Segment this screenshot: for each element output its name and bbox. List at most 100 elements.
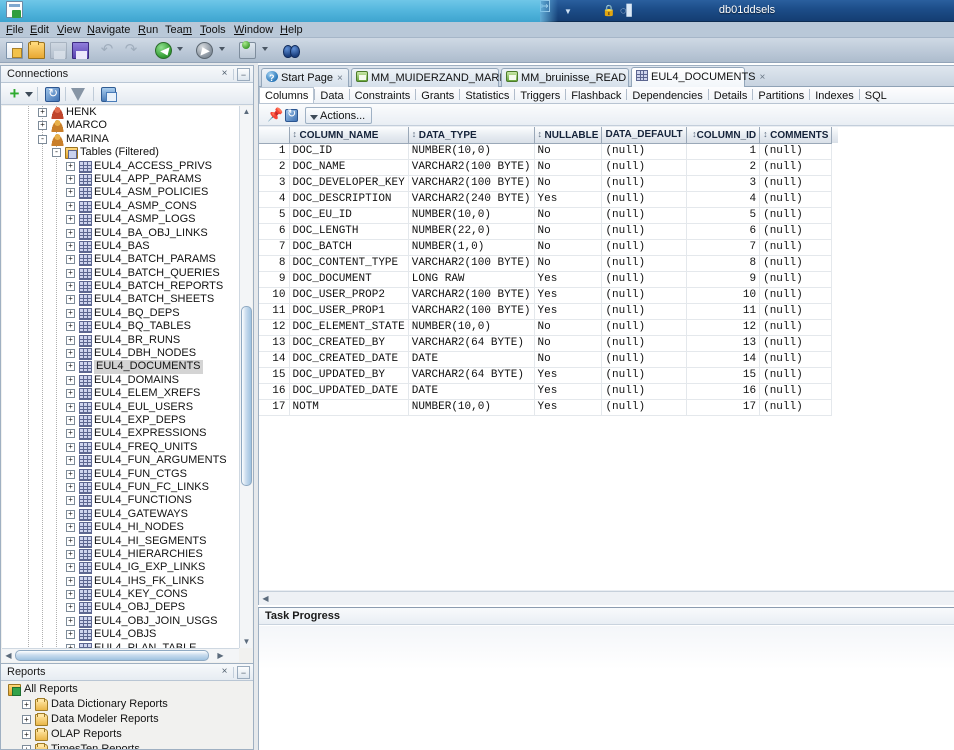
grid-row[interactable]: 4 DOC_DESCRIPTION VARCHAR2(240 BYTE) Yes (nu…: [259, 191, 838, 208]
scroll-left-arrow[interactable]: ◀: [261, 594, 270, 604]
grid-column-header-nullable[interactable]: ↕ NULLABLE: [534, 127, 603, 144]
grid-cell[interactable]: VARCHAR2(100 BYTE): [408, 159, 535, 176]
grid-cell[interactable]: (null): [601, 207, 687, 224]
grid-cell[interactable]: DOC_DESCRIPTION: [289, 191, 409, 208]
expand-icon[interactable]: +: [66, 576, 75, 586]
menu-view[interactable]: View: [55, 23, 83, 37]
expand-icon[interactable]: +: [66, 295, 75, 305]
grid-row[interactable]: 2 DOC_NAME VARCHAR2(100 BYTE) No (null) 2 (nul…: [259, 159, 838, 176]
menu-window[interactable]: Window: [232, 23, 275, 37]
grid-cell[interactable]: (null): [601, 335, 687, 352]
report-tree-item[interactable]: + Data Dictionary Reports: [2, 697, 252, 712]
grid-column-header-data_default[interactable]: DATA_DEFAULT: [601, 127, 687, 144]
grid-row[interactable]: 9 DOC_DOCUMENT LONG RAW Yes (null) 9 (null): [259, 271, 838, 288]
report-tree-item[interactable]: All Reports: [2, 682, 252, 697]
tree-item[interactable]: + EUL4_BATCH_PARAMS: [2, 253, 239, 267]
editor-horizontal-scrollbar[interactable]: ◀: [259, 591, 954, 605]
collapse-icon[interactable]: -: [52, 148, 61, 158]
connections-horizontal-scrollbar[interactable]: ◀ ▶: [2, 648, 239, 662]
expand-icon[interactable]: +: [66, 442, 75, 452]
tree-item[interactable]: + EUL4_BAS: [2, 240, 239, 253]
grid-row[interactable]: 3 DOC_DEVELOPER_KEY VARCHAR2(100 BYTE) No (n…: [259, 175, 838, 192]
grid-column-header-data_type[interactable]: ↕ DATA_TYPE: [408, 127, 535, 144]
grid-cell[interactable]: 3: [686, 175, 761, 192]
expand-icon[interactable]: +: [22, 700, 31, 709]
grid-cell[interactable]: VARCHAR2(64 BYTE): [408, 367, 535, 384]
close-icon[interactable]: ×: [218, 68, 231, 81]
grid-row-number[interactable]: 12: [259, 319, 290, 336]
tree-item[interactable]: + EUL4_EUL_USERS: [2, 401, 239, 414]
navigate-back-icon[interactable]: ◀: [155, 42, 172, 59]
tree-item[interactable]: + EUL4_BATCH_REPORTS: [2, 280, 239, 294]
grid-cell[interactable]: (null): [601, 159, 687, 176]
expand-icon[interactable]: +: [66, 282, 75, 292]
grid-cell[interactable]: No: [534, 335, 603, 352]
expand-icon[interactable]: +: [66, 228, 75, 238]
grid-row-number[interactable]: 4: [259, 191, 290, 208]
tab-close-icon[interactable]: ×: [337, 73, 343, 84]
grid-row-number[interactable]: 6: [259, 223, 290, 240]
grid-cell[interactable]: No: [534, 159, 603, 176]
editor-tab-active[interactable]: EUL4_DOCUMENTS ×: [631, 67, 765, 87]
grid-cell[interactable]: DATE: [408, 351, 535, 368]
menu-navigate[interactable]: Navigate: [85, 23, 132, 37]
scroll-left-arrow[interactable]: ◀: [4, 651, 13, 661]
expand-icon[interactable]: +: [66, 415, 75, 425]
expand-icon[interactable]: +: [66, 161, 75, 171]
grid-cell[interactable]: No: [534, 239, 603, 256]
sort-icon[interactable]: ↕: [690, 129, 697, 139]
grid-cell[interactable]: NUMBER(10,0): [408, 319, 535, 336]
expand-icon[interactable]: +: [66, 389, 75, 399]
grid-cell[interactable]: 17: [686, 399, 761, 416]
grid-cell[interactable]: (null): [601, 367, 687, 384]
grid-cell[interactable]: (null): [759, 239, 833, 256]
grid-cell[interactable]: NUMBER(22,0): [408, 223, 535, 240]
grid-row[interactable]: 15 DOC_UPDATED_BY VARCHAR2(64 BYTE) Yes (nul…: [259, 367, 838, 384]
grid-cell[interactable]: NUMBER(10,0): [408, 207, 535, 224]
tree-item[interactable]: + EUL4_FUN_FC_LINKS: [2, 481, 239, 494]
expand-icon[interactable]: +: [66, 174, 75, 184]
grid-row[interactable]: 11 DOC_USER_PROP1 VARCHAR2(100 BYTE) Yes (nu…: [259, 303, 838, 320]
grid-row[interactable]: 1 DOC_ID NUMBER(10,0) No (null) 1 (null): [259, 143, 838, 160]
tree-item[interactable]: - MARINA: [2, 133, 239, 146]
open-file-icon[interactable]: [28, 41, 45, 59]
grid-cell[interactable]: DOC_DOCUMENT: [289, 271, 409, 288]
tree-item[interactable]: + EUL4_DOMAINS: [2, 374, 239, 387]
filter-icon[interactable]: [71, 88, 85, 101]
grid-cell[interactable]: DOC_DEVELOPER_KEY: [289, 175, 409, 192]
tree-item[interactable]: + EUL4_FUN_ARGUMENTS: [2, 454, 239, 468]
grid-cell[interactable]: 12: [686, 319, 761, 336]
actions-button[interactable]: Actions...: [305, 107, 373, 124]
grid-cell[interactable]: (null): [601, 399, 687, 416]
grid-column-header-column_name[interactable]: ↕ COLUMN_NAME: [289, 127, 409, 144]
grid-cell[interactable]: DOC_CREATED_BY: [289, 335, 409, 352]
grid-row-number[interactable]: 16: [259, 383, 290, 400]
grid-cell[interactable]: (null): [601, 303, 687, 320]
grid-row-number[interactable]: 8: [259, 255, 290, 272]
expand-icon[interactable]: +: [66, 616, 75, 626]
expand-icon[interactable]: +: [38, 121, 47, 131]
tree-item[interactable]: + EUL4_ACCESS_PRIVS: [2, 160, 239, 173]
add-connection-icon[interactable]: +: [7, 85, 22, 102]
grid-row[interactable]: 7 DOC_BATCH NUMBER(1,0) No (null) 7 (null): [259, 239, 838, 256]
tree-item[interactable]: + EUL4_ASM_POLICIES: [2, 186, 239, 200]
expand-icon[interactable]: +: [38, 108, 47, 117]
grid-cell[interactable]: Yes: [534, 287, 603, 304]
grid-cell[interactable]: DOC_USER_PROP2: [289, 287, 409, 304]
tree-item[interactable]: + EUL4_ASMP_LOGS: [2, 213, 239, 227]
expand-icon[interactable]: +: [66, 549, 75, 559]
expand-icon[interactable]: +: [66, 188, 75, 198]
editor-tab[interactable]: MM_MUIDERZAND_MARINA×: [351, 68, 528, 87]
grid-cell[interactable]: 15: [686, 367, 761, 384]
tree-item[interactable]: + HENK: [2, 106, 239, 119]
subtab-statistics[interactable]: Statistics: [460, 88, 514, 104]
grid-cell[interactable]: (null): [601, 239, 687, 256]
sort-icon[interactable]: ↕: [293, 129, 300, 139]
grid-cell[interactable]: DOC_USER_PROP1: [289, 303, 409, 320]
tree-item[interactable]: + EUL4_GATEWAYS: [2, 508, 239, 521]
save-all-icon[interactable]: [72, 42, 89, 59]
grid-cell[interactable]: DOC_UPDATED_DATE: [289, 383, 409, 400]
tree-item[interactable]: + EUL4_FUN_CTGS: [2, 468, 239, 481]
grid-cell[interactable]: (null): [601, 271, 687, 288]
grid-cell[interactable]: VARCHAR2(100 BYTE): [408, 175, 535, 192]
